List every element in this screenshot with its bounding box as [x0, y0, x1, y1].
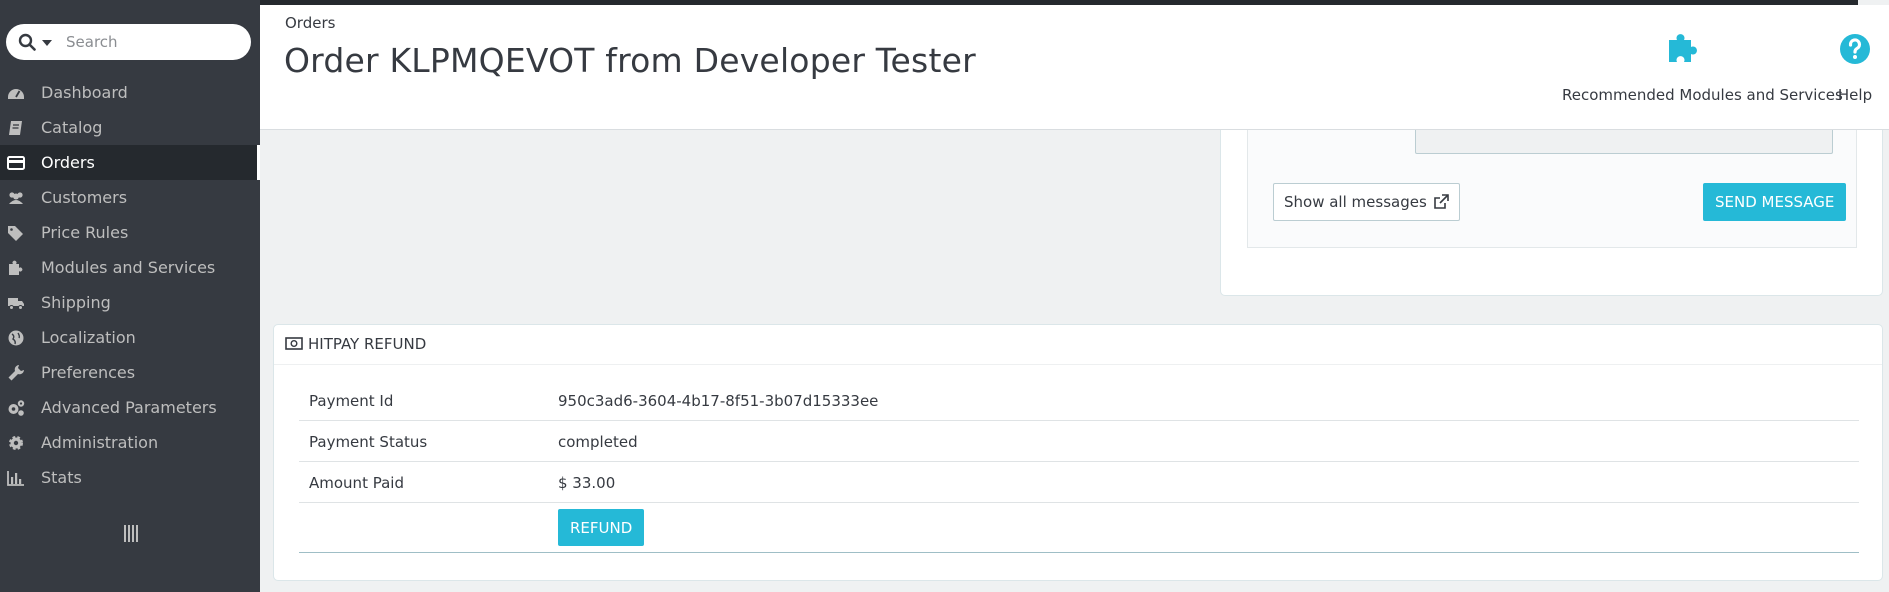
puzzle-icon: [1669, 34, 1697, 62]
row-label: Amount Paid: [309, 474, 404, 492]
external-link-icon: [1433, 194, 1449, 209]
breadcrumb[interactable]: Orders: [285, 14, 335, 32]
sidebar-item-label: Modules and Services: [41, 258, 216, 277]
sidebar-nav: Dashboard Catalog Orders Customers Price…: [0, 75, 260, 495]
sidebar-item-advanced-parameters[interactable]: Advanced Parameters: [0, 390, 260, 425]
sidebar-item-label: Price Rules: [41, 223, 129, 242]
sidebar-item-stats[interactable]: Stats: [0, 460, 260, 495]
help-icon: [1840, 34, 1870, 64]
price-tags-icon: [8, 226, 23, 241]
truck-icon: [8, 298, 24, 310]
globe-icon: [8, 330, 24, 346]
table-row: REFUND: [299, 503, 1859, 553]
payment-details-table: Payment Id 950c3ad6-3604-4b17-8f51-3b07d…: [299, 380, 1859, 553]
sidebar-item-preferences[interactable]: Preferences: [0, 355, 260, 390]
bar-chart-icon: [7, 471, 24, 486]
cogs-icon: [8, 400, 25, 416]
help-label: Help: [1837, 86, 1873, 104]
show-all-messages-label: Show all messages: [1284, 193, 1427, 211]
dashboard-icon: [8, 89, 24, 99]
search-box[interactable]: [6, 24, 251, 60]
row-value: completed: [558, 433, 638, 451]
sidebar-item-customers[interactable]: Customers: [0, 180, 260, 215]
table-row: Payment Status completed: [299, 421, 1859, 462]
orders-icon: [7, 156, 25, 170]
hitpay-refund-panel: HITPAY REFUND Payment Id 950c3ad6-3604-4…: [273, 324, 1883, 581]
sidebar-item-label: Shipping: [41, 293, 111, 312]
panel-heading: HITPAY REFUND: [274, 325, 1882, 365]
sidebar-item-label: Localization: [41, 328, 136, 347]
customers-icon: [9, 192, 23, 204]
collapse-menu-icon[interactable]: [124, 525, 138, 542]
sidebar-item-label: Administration: [41, 433, 159, 452]
row-value: 950c3ad6-3604-4b17-8f51-3b07d15333ee: [558, 392, 879, 410]
sidebar-item-label: Dashboard: [41, 83, 128, 102]
search-icon[interactable]: [18, 33, 36, 51]
refund-button[interactable]: REFUND: [558, 509, 645, 546]
sidebar-item-modules[interactable]: Modules and Services: [0, 250, 260, 285]
row-value: $ 33.00: [558, 474, 616, 492]
show-all-messages-button[interactable]: Show all messages: [1273, 183, 1460, 221]
message-textarea[interactable]: [1415, 130, 1833, 154]
wrench-icon: [8, 365, 24, 381]
sidebar-item-label: Orders: [41, 153, 95, 172]
chevron-down-icon[interactable]: [42, 40, 52, 46]
sidebar-item-label: Preferences: [41, 363, 136, 382]
sidebar: Dashboard Catalog Orders Customers Price…: [0, 0, 260, 592]
row-label: Payment Id: [309, 392, 394, 410]
table-row: Amount Paid $ 33.00: [299, 462, 1859, 503]
sidebar-item-orders[interactable]: Orders: [0, 145, 260, 180]
sidebar-item-label: Advanced Parameters: [41, 398, 217, 417]
send-message-button[interactable]: SEND MESSAGE: [1703, 183, 1847, 221]
gear-icon: [9, 436, 23, 450]
page-title: Order KLPMQEVOT from Developer Tester: [284, 41, 976, 80]
table-row: Payment Id 950c3ad6-3604-4b17-8f51-3b07d…: [299, 380, 1859, 421]
row-label: Payment Status: [309, 433, 428, 451]
catalog-icon: [9, 121, 22, 135]
sidebar-item-localization[interactable]: Localization: [0, 320, 260, 355]
sidebar-item-label: Stats: [41, 468, 82, 487]
sidebar-item-administration[interactable]: Administration: [0, 425, 260, 460]
messages-form: Show all messages SEND MESSAGE: [1247, 130, 1857, 248]
search-input[interactable]: [66, 30, 241, 54]
sidebar-item-catalog[interactable]: Catalog: [0, 110, 260, 145]
sidebar-item-dashboard[interactable]: Dashboard: [0, 75, 260, 110]
sidebar-item-price-rules[interactable]: Price Rules: [0, 215, 260, 250]
money-icon: [285, 337, 303, 350]
messages-panel: Show all messages SEND MESSAGE: [1220, 130, 1883, 296]
recommended-modules-label: Recommended Modules and Services: [1562, 86, 1843, 104]
puzzle-icon: [9, 260, 23, 275]
sidebar-item-label: Customers: [41, 188, 128, 207]
page-header: Orders Order KLPMQEVOT from Developer Te…: [260, 5, 1889, 130]
panel-title: HITPAY REFUND: [308, 335, 427, 353]
sidebar-item-shipping[interactable]: Shipping: [0, 285, 260, 320]
sidebar-item-label: Catalog: [41, 118, 103, 137]
